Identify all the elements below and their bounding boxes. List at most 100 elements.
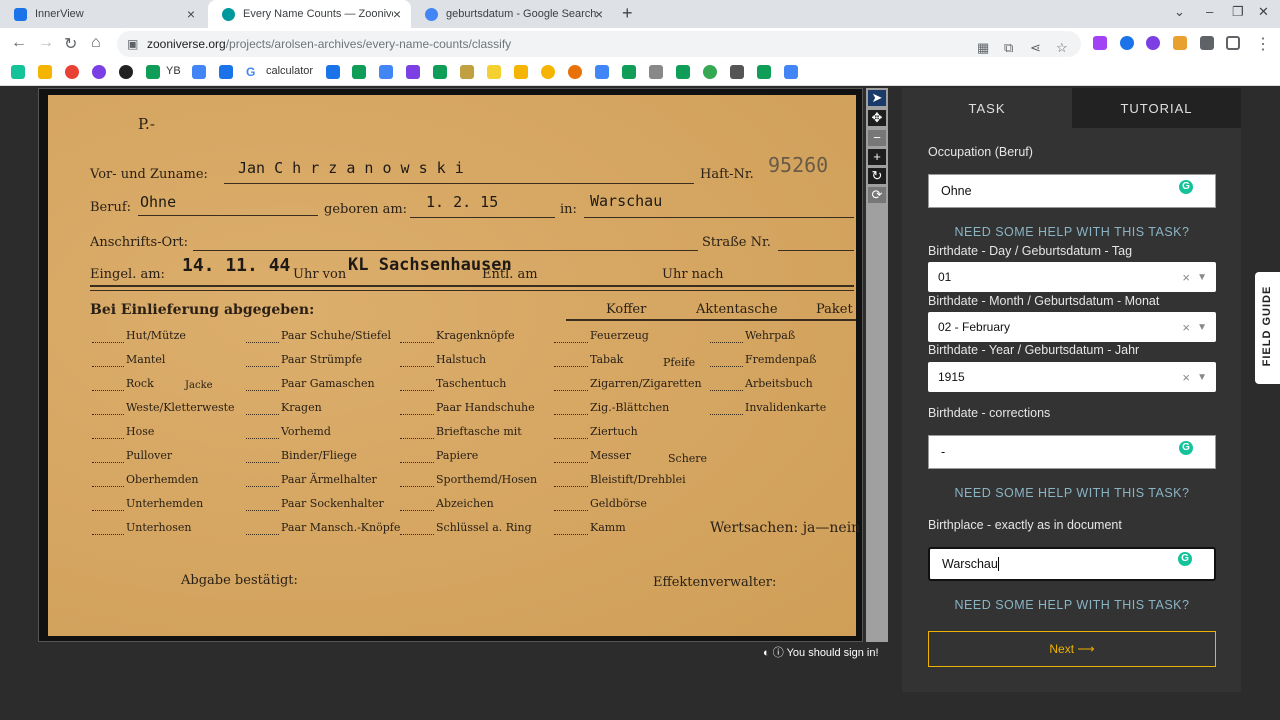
item-label: Ziertuch [590,425,638,438]
divider [90,290,854,291]
item-dotted-line [92,438,124,439]
close-tab-icon[interactable]: × [183,6,199,22]
label-strasse: Straße Nr. [702,235,771,250]
bookmark-icon[interactable] [460,65,474,79]
bookmark-icon[interactable] [92,65,106,79]
item-label: Weste/Kletterweste [126,401,235,414]
sheets-icon[interactable] [757,65,771,79]
reload-icon[interactable]: ↻ [64,34,77,54]
address-bar[interactable]: ▣ zooniverse.org/projects/arolsen-archiv… [117,31,1081,57]
bookmark-icon[interactable] [541,65,555,79]
zoom-out-icon[interactable]: − [868,130,886,146]
docs-icon[interactable] [595,65,609,79]
pointer-tool-icon[interactable]: ➤ [868,90,886,106]
zoom-in-icon[interactable]: + [868,149,886,165]
translate-icon[interactable]: ⧉ [1004,35,1013,61]
grammarly-icon[interactable]: G [1179,441,1193,455]
bookmark-star-icon[interactable]: ☆ [1056,35,1068,61]
close-window-icon[interactable]: ✕ [1258,4,1269,20]
field-guide-tab[interactable]: FIELD GUIDE [1255,272,1280,384]
bookmark-icon[interactable] [649,65,663,79]
tab-zooniverse[interactable]: Every Name Counts — Zooniverse × [208,0,411,28]
tab-task[interactable]: TASK [902,88,1072,128]
url-path: /projects/arolsen-archives/every-name-co… [225,37,512,51]
docs-icon[interactable] [379,65,393,79]
extension-icon[interactable] [1093,36,1107,50]
drive-icon[interactable] [38,65,52,79]
item-dotted-line [554,390,588,391]
clear-icon[interactable]: × [1182,320,1190,335]
corrections-input[interactable]: - G [928,435,1216,469]
translate-icon[interactable] [219,65,233,79]
site-info-icon[interactable]: ▣ [127,31,138,57]
qr-icon[interactable]: ▦ [977,35,989,61]
grammarly-icon[interactable]: G [1179,180,1193,194]
sign-in-notice[interactable]: ◐ ⓘ You should sign in! [763,644,879,660]
bookmark-icon[interactable] [514,65,528,79]
google-icon[interactable]: G [246,65,260,79]
bookmark-icon[interactable] [11,65,25,79]
help-link[interactable]: NEED SOME HELP WITH THIS TASK? [928,486,1216,500]
sheets-icon[interactable] [622,65,636,79]
month-select[interactable]: 02 - February × ▼ [928,312,1216,342]
extension-icon[interactable] [1120,36,1134,50]
help-link[interactable]: NEED SOME HELP WITH THIS TASK? [928,598,1216,612]
minimize-icon[interactable]: – [1206,4,1213,19]
docs-icon[interactable] [784,65,798,79]
bookmark-icon[interactable] [487,65,501,79]
bookmark-calculator[interactable]: calculator [266,65,313,77]
puzzle-icon[interactable] [1200,36,1214,50]
forward-icon[interactable]: → [38,34,54,52]
grammarly-icon[interactable]: G [1178,552,1192,566]
close-tab-icon[interactable]: × [591,6,607,22]
bookmark-icon[interactable] [703,65,717,79]
share-icon[interactable]: ⋖ [1030,35,1041,61]
rotate-icon[interactable]: ↻ [868,168,886,184]
contrast-icon[interactable]: ◐ [763,647,770,659]
subject-viewer[interactable]: P.- Vor- und Zuname: Jan C h r z a n o w… [38,88,863,642]
info-icon[interactable]: ⓘ [773,647,784,659]
bookmark-icon[interactable] [192,65,206,79]
tab-search-icon[interactable]: ⌄ [1174,4,1185,20]
tab-tutorial[interactable]: TUTORIAL [1072,88,1241,128]
year-select[interactable]: 1915 × ▼ [928,362,1216,392]
birthplace-input[interactable]: Warschau G [928,547,1216,581]
bookmark-icon[interactable] [65,65,79,79]
shield-icon[interactable] [730,65,744,79]
next-button[interactable]: Next ⟶ [928,631,1216,667]
day-select[interactable]: 01 × ▼ [928,262,1216,292]
help-link[interactable]: NEED SOME HELP WITH THIS TASK? [928,225,1216,239]
clear-icon[interactable]: × [1182,370,1190,385]
tab-innerview[interactable]: InnerView × [0,0,205,28]
occupation-input[interactable]: Ohne G [928,174,1216,208]
clear-icon[interactable]: × [1182,270,1190,285]
item-dotted-line [400,438,434,439]
underline [584,217,854,218]
bookmark-icon[interactable] [406,65,420,79]
bookmark-yb[interactable]: YB [166,65,181,77]
reset-icon[interactable]: ⟳ [868,187,886,203]
extension-icon[interactable] [1173,36,1187,50]
new-tab-button[interactable]: + [622,3,633,24]
bookmark-icon[interactable] [676,65,690,79]
bookmark-icon[interactable] [326,65,340,79]
back-icon[interactable]: ← [11,34,27,52]
side-panel-icon[interactable] [1226,36,1240,50]
chevron-down-icon[interactable]: ▼ [1197,372,1207,383]
google-favicon-icon [425,7,438,21]
extension-icon[interactable] [1146,36,1160,50]
chevron-down-icon[interactable]: ▼ [1197,322,1207,333]
bookmark-icon[interactable] [568,65,582,79]
meet-icon[interactable] [433,65,447,79]
sheets-icon[interactable] [146,65,160,79]
bookmark-icon[interactable] [352,65,366,79]
menu-icon[interactable]: ⋮ [1255,34,1271,54]
tab-google-search[interactable]: geburtsdatum - Google Search × [411,0,613,28]
restore-icon[interactable]: ❐ [1232,4,1244,20]
move-tool-icon[interactable]: ✥ [868,110,886,126]
bookmark-icon[interactable] [119,65,133,79]
month-label: Birthdate - Month / Geburtsdatum - Monat [928,294,1160,308]
chevron-down-icon[interactable]: ▼ [1197,272,1207,283]
close-tab-icon[interactable]: × [389,6,405,22]
home-icon[interactable]: ⌂ [91,34,101,52]
